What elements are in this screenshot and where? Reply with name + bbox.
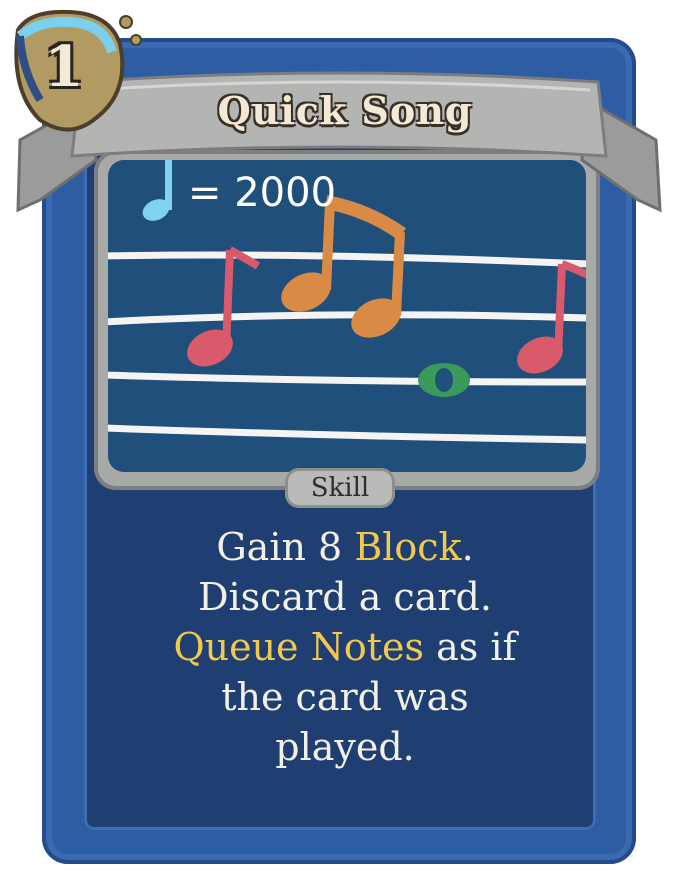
description-line: Queue Notes as if xyxy=(140,622,550,672)
description-line: Gain 8 Block. xyxy=(140,522,550,572)
description-text: as if xyxy=(424,625,517,669)
staff-line xyxy=(108,424,586,444)
description-line: played. xyxy=(275,725,415,769)
description-line: Discard a card. xyxy=(198,575,492,619)
staff-line xyxy=(108,311,586,326)
eighth-note-icon xyxy=(187,246,261,367)
description-text: Gain 8 xyxy=(216,525,355,569)
keyword-queue-notes: Queue Notes xyxy=(173,625,424,669)
card[interactable]: = 2000 Skill Quick Song 1 Gain 8 Block. … xyxy=(0,0,678,874)
staff-line xyxy=(108,251,586,268)
eighth-note-icon xyxy=(517,260,586,374)
card-type-label: Skill xyxy=(310,473,370,503)
energy-cost: 1 xyxy=(44,34,84,100)
card-description: Gain 8 Block. Discard a card. Queue Note… xyxy=(140,522,550,772)
description-line: the card was xyxy=(221,675,469,719)
card-title: Quick Song xyxy=(217,88,473,133)
whole-note-icon xyxy=(418,363,470,397)
card-type-tag: Skill xyxy=(285,468,395,508)
description-text: . xyxy=(461,525,474,569)
staff-line xyxy=(108,371,586,386)
keyword-block: Block xyxy=(354,525,462,569)
